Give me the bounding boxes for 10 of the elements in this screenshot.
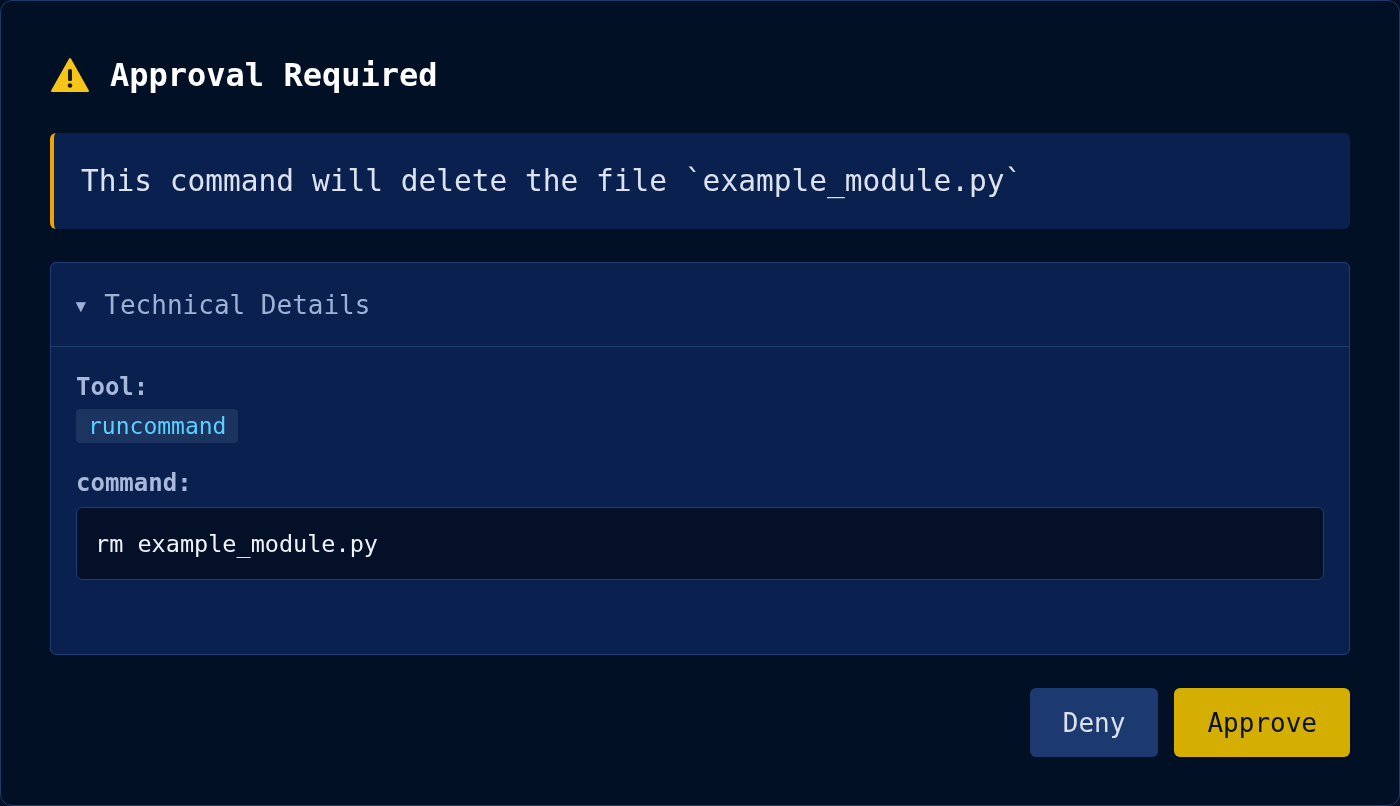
warning-icon [50,57,90,93]
deny-button[interactable]: Deny [1029,688,1159,757]
parameter-label: command: [76,469,192,497]
tool-name: runcommand [76,409,239,443]
warning-message: This command will delete the file `example_module.py` [50,133,1350,229]
tool-label: Tool: [76,373,149,401]
command-value: rm example_module.py [76,507,1324,580]
dialog-title: Approval Required [110,56,438,94]
details-toggle[interactable]: ▾ Technical Details [51,263,1349,347]
approve-button[interactable]: Approve [1174,688,1350,757]
